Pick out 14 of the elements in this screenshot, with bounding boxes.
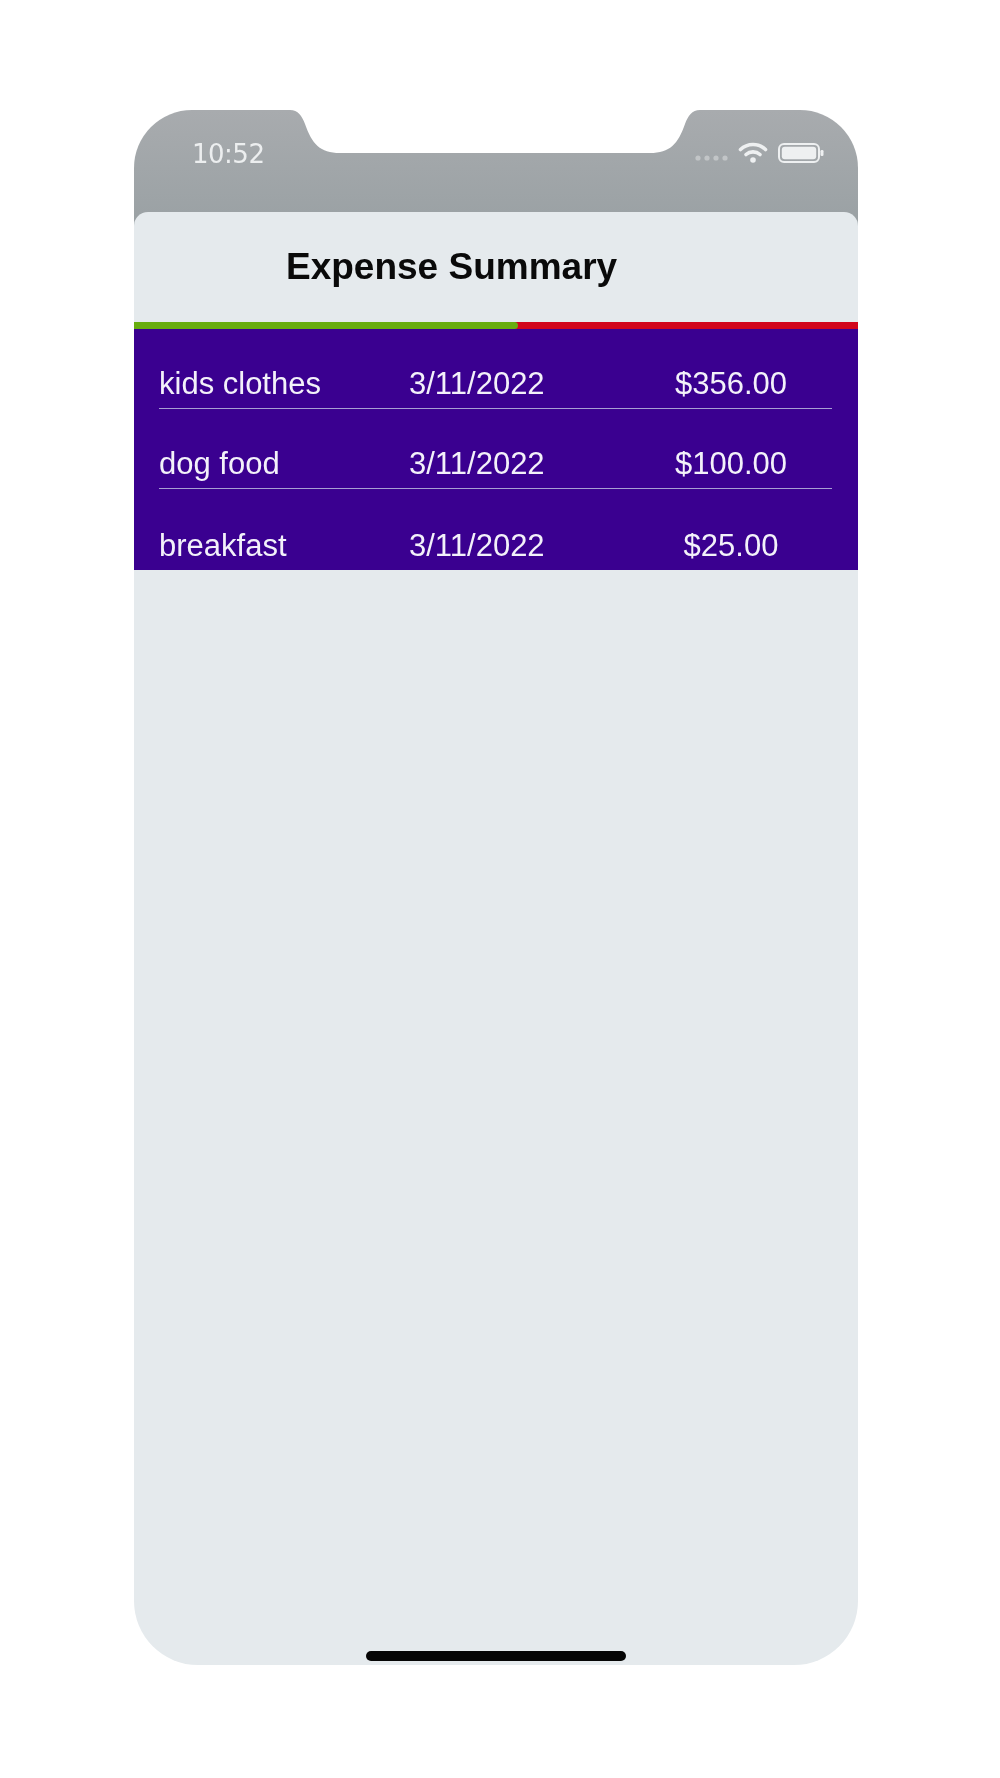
expense-amount: $100.00 (674, 446, 788, 482)
expense-date: 3/11/2022 (409, 366, 545, 402)
expense-name: dog food (159, 446, 280, 482)
wifi-icon (738, 141, 768, 163)
expense-date: 3/11/2022 (409, 446, 545, 482)
signal-icon (695, 155, 728, 161)
expense-name: breakfast (159, 528, 287, 564)
expense-name: kids clothes (159, 366, 321, 402)
screen-title: Expense Summary (286, 246, 618, 288)
expense-date: 3/11/2022 (409, 528, 545, 564)
status-time: 10:52 (192, 139, 265, 169)
battery-icon (778, 143, 824, 163)
expense-amount: $356.00 (674, 366, 788, 402)
expense-amount: $25.00 (683, 528, 779, 564)
